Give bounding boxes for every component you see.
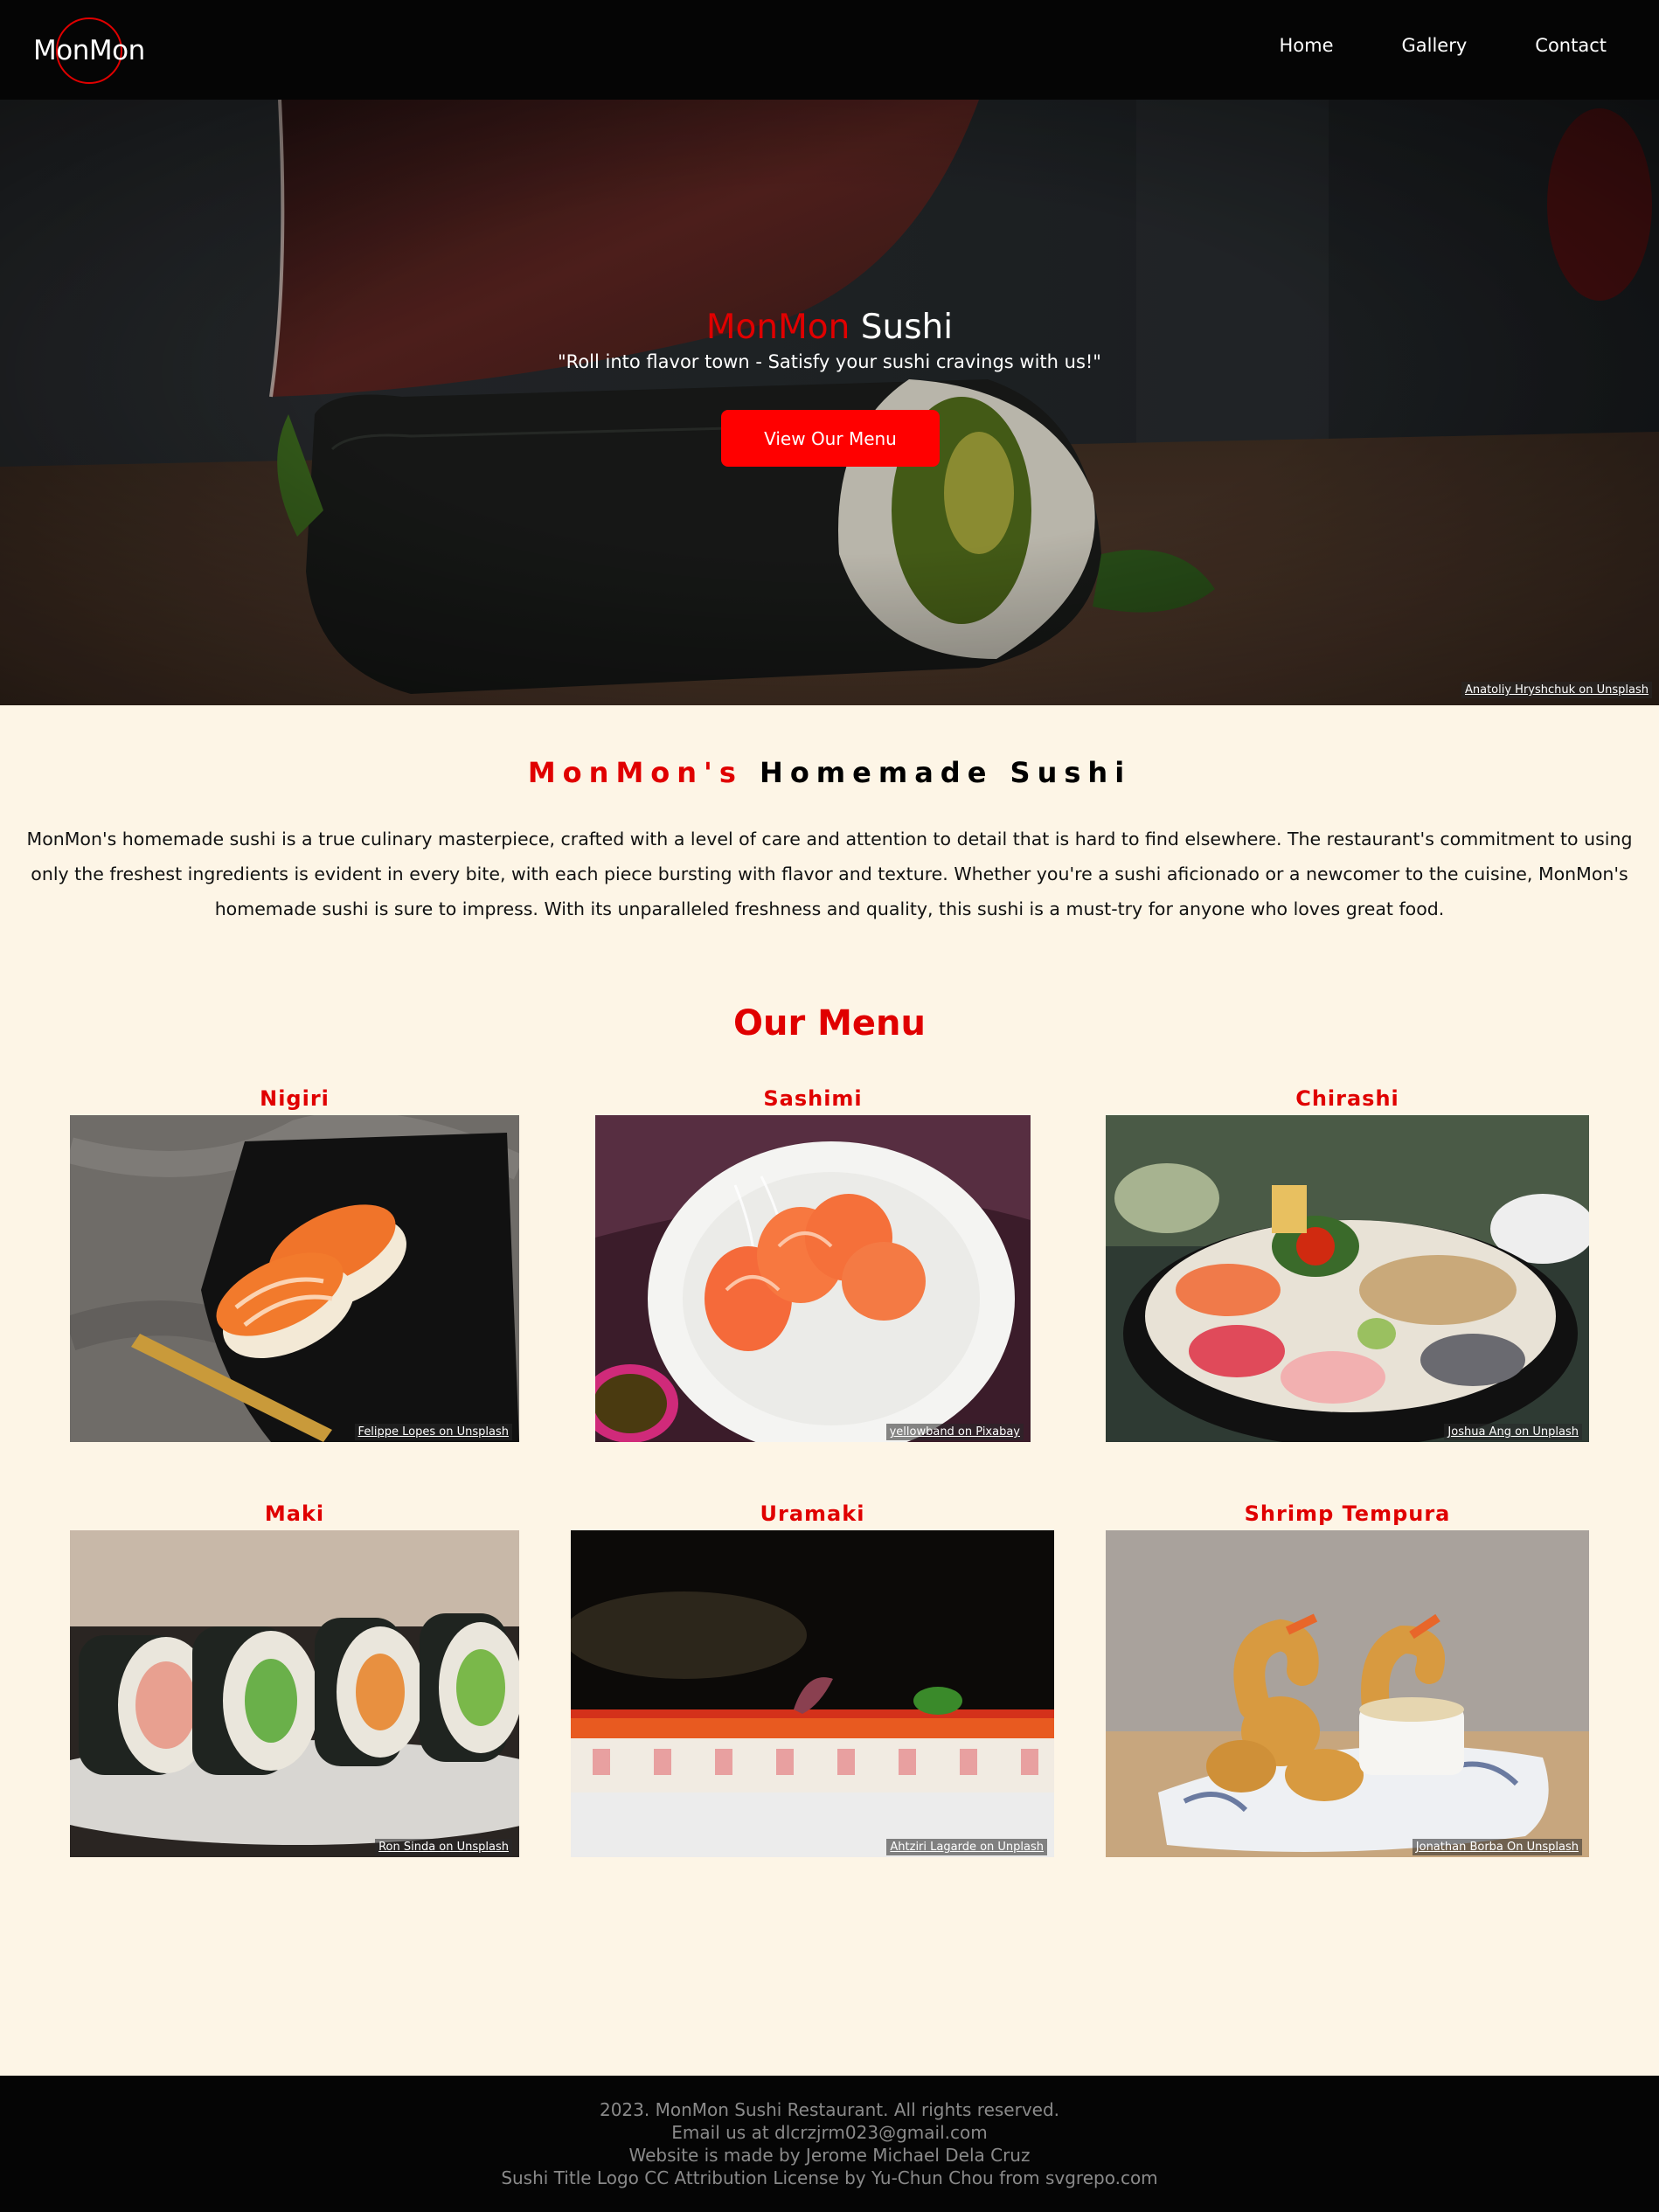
nav-link-home[interactable]: Home bbox=[1279, 35, 1333, 56]
menu-item-name: Shrimp Tempura bbox=[1244, 1501, 1451, 1526]
logo-text: MonMon bbox=[33, 35, 145, 66]
menu-item-name: Sashimi bbox=[763, 1086, 863, 1111]
footer: 2023. MonMon Sushi Restaurant. All right… bbox=[0, 2076, 1659, 2212]
logo[interactable]: MonMon bbox=[33, 16, 149, 84]
footer-copyright: 2023. MonMon Sushi Restaurant. All right… bbox=[599, 2099, 1060, 2120]
sashimi-photo: yellowband on Pixabay bbox=[595, 1115, 1031, 1442]
footer-email: Email us at dlcrzjrm023@gmail.com bbox=[671, 2122, 988, 2143]
hero-tagline: "Roll into flavor town - Satisfy your su… bbox=[558, 351, 1101, 372]
nigiri-photo-credit[interactable]: Felippe Lopes on Unsplash bbox=[354, 1424, 512, 1440]
hero-photo-credit[interactable]: Anatoliy Hryshchuk on Unsplash bbox=[1461, 682, 1652, 698]
uramaki-photo: Ahtziri Lagarde on Unplash bbox=[571, 1530, 1054, 1857]
menu-item-nigiri[interactable]: Nigiri Felippe Lopes on Unsplash bbox=[70, 1086, 519, 1445]
footer-author: Website is made by Jerome Michael Dela C… bbox=[628, 2145, 1031, 2166]
hero-title: MonMon Sushi bbox=[0, 308, 1659, 347]
nav-links: Home Gallery Contact bbox=[1279, 35, 1607, 56]
footer-license: Sushi Title Logo CC Attribution License … bbox=[501, 2167, 1158, 2188]
menu-item-name: Chirashi bbox=[1295, 1086, 1399, 1111]
maki-photo: Ron Sinda on Unsplash bbox=[70, 1530, 519, 1857]
hero-title-rest: Sushi bbox=[860, 308, 954, 347]
hero-image bbox=[0, 100, 1659, 705]
menu-item-shrimp-tempura[interactable]: Shrimp Tempura Jonathan Borba On Unsplas… bbox=[1106, 1501, 1589, 1860]
menu-item-name: Maki bbox=[264, 1501, 325, 1526]
menu-item-uramaki[interactable]: Uramaki Ahtziri Lagarde on Unplash bbox=[571, 1501, 1054, 1860]
shrimp-tempura-photo-credit[interactable]: Jonathan Borba On Unsplash bbox=[1412, 1839, 1582, 1855]
menu-item-name: Uramaki bbox=[760, 1501, 865, 1526]
chirashi-photo: Joshua Ang on Unplash bbox=[1106, 1115, 1589, 1442]
about-title-accent: MonMon's bbox=[527, 756, 743, 789]
nav-link-contact[interactable]: Contact bbox=[1535, 35, 1607, 56]
hero-title-accent: MonMon bbox=[705, 308, 850, 347]
view-menu-button[interactable]: View Our Menu bbox=[721, 410, 940, 467]
nigiri-photo: Felippe Lopes on Unsplash bbox=[70, 1115, 519, 1442]
uramaki-photo-credit[interactable]: Ahtziri Lagarde on Unplash bbox=[886, 1839, 1047, 1855]
shrimp-tempura-photo: Jonathan Borba On Unsplash bbox=[1106, 1530, 1589, 1857]
menu-item-maki[interactable]: Maki Ron Sinda on Unsplash bbox=[70, 1501, 519, 1860]
about-text: MonMon's homemade sushi is a true culina… bbox=[26, 829, 1633, 919]
menu-title: Our Menu bbox=[732, 1003, 927, 1044]
about-title-rest: Homemade Sushi bbox=[760, 756, 1132, 789]
navbar: MonMon Home Gallery Contact bbox=[0, 0, 1659, 100]
about-title: MonMon's Homemade Sushi bbox=[0, 756, 1659, 789]
menu-item-sashimi[interactable]: Sashimi yellowband on Pixabay bbox=[595, 1086, 1031, 1445]
menu-item-name: Nigiri bbox=[260, 1086, 330, 1111]
chirashi-photo-credit[interactable]: Joshua Ang on Unplash bbox=[1444, 1424, 1582, 1440]
menu-item-chirashi[interactable]: Chirashi Joshua Ang on Unplash bbox=[1106, 1086, 1589, 1445]
nav-link-gallery[interactable]: Gallery bbox=[1402, 35, 1468, 56]
hero-banner: MonMon Sushi "Roll into flavor town - Sa… bbox=[0, 100, 1659, 705]
maki-photo-credit[interactable]: Ron Sinda on Unsplash bbox=[375, 1839, 512, 1855]
sashimi-photo-credit[interactable]: yellowband on Pixabay bbox=[885, 1424, 1024, 1440]
